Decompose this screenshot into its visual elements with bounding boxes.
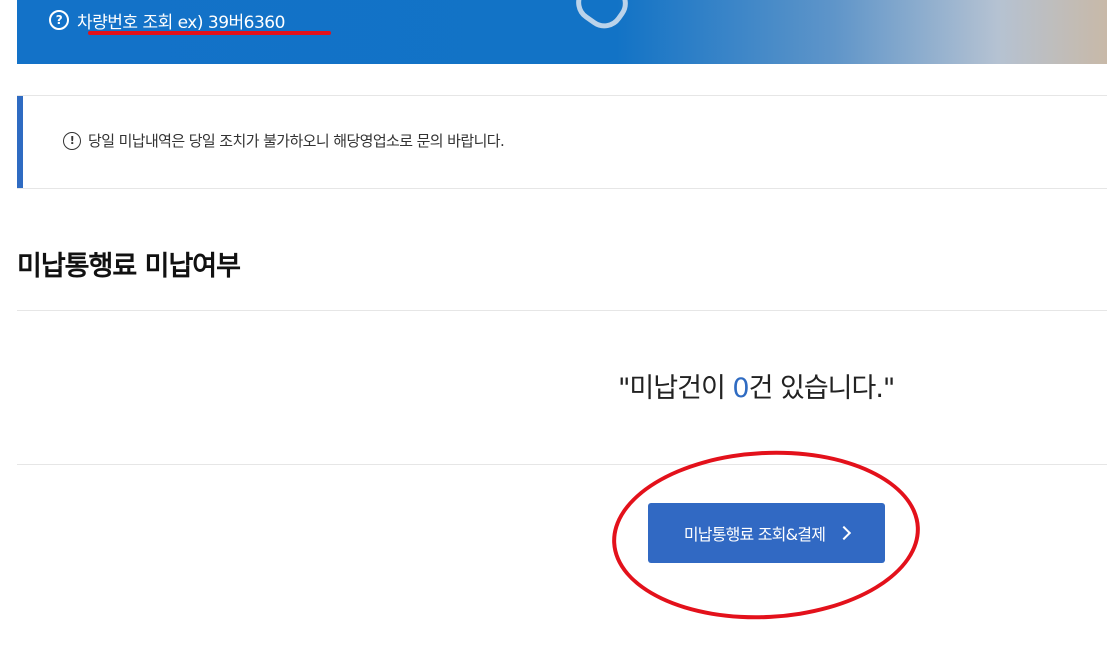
toll-lookup-pay-label: 미납통행료 조회&결제 — [683, 525, 826, 544]
question-circle-icon: ? — [49, 10, 69, 30]
result-suffix: 건 있습니다." — [748, 373, 896, 404]
result-prefix: "미납건이 — [618, 373, 733, 404]
notice-box: ! 당일 미납내역은 당일 조치가 불가하오니 해당영업소로 문의 바랍니다. — [17, 95, 1107, 189]
vehicle-number-help-text: 차량번호 조회 ex) 39버6360 — [77, 12, 285, 33]
top-banner: ? 차량번호 조회 ex) 39버6360 — [17, 0, 1107, 64]
notice-message: ! 당일 미납내역은 당일 조치가 불가하오니 해당영업소로 문의 바랍니다. — [63, 130, 505, 151]
section-title: 미납통행료 미납여부 — [17, 251, 241, 282]
exclamation-circle-icon: ! — [63, 131, 81, 150]
vehicle-number-help[interactable]: ? 차량번호 조회 ex) 39버6360 — [49, 8, 285, 33]
red-underline-annotation — [88, 31, 331, 35]
toll-lookup-pay-button[interactable]: 미납통행료 조회&결제 — [648, 503, 885, 563]
notice-text: 당일 미납내역은 당일 조치가 불가하오니 해당영업소로 문의 바랍니다. — [88, 132, 505, 150]
unpaid-result-message: "미납건이 0건 있습니다." — [618, 366, 896, 405]
notice-accent-bar — [17, 96, 23, 188]
page: ? 차량번호 조회 ex) 39버6360 ! 당일 미납내역은 당일 조치가 … — [0, 0, 1107, 650]
paperclip-icon — [568, 0, 636, 37]
divider — [17, 310, 1107, 311]
divider — [17, 464, 1107, 465]
chevron-right-icon — [837, 525, 852, 541]
unpaid-count: 0 — [732, 373, 749, 404]
